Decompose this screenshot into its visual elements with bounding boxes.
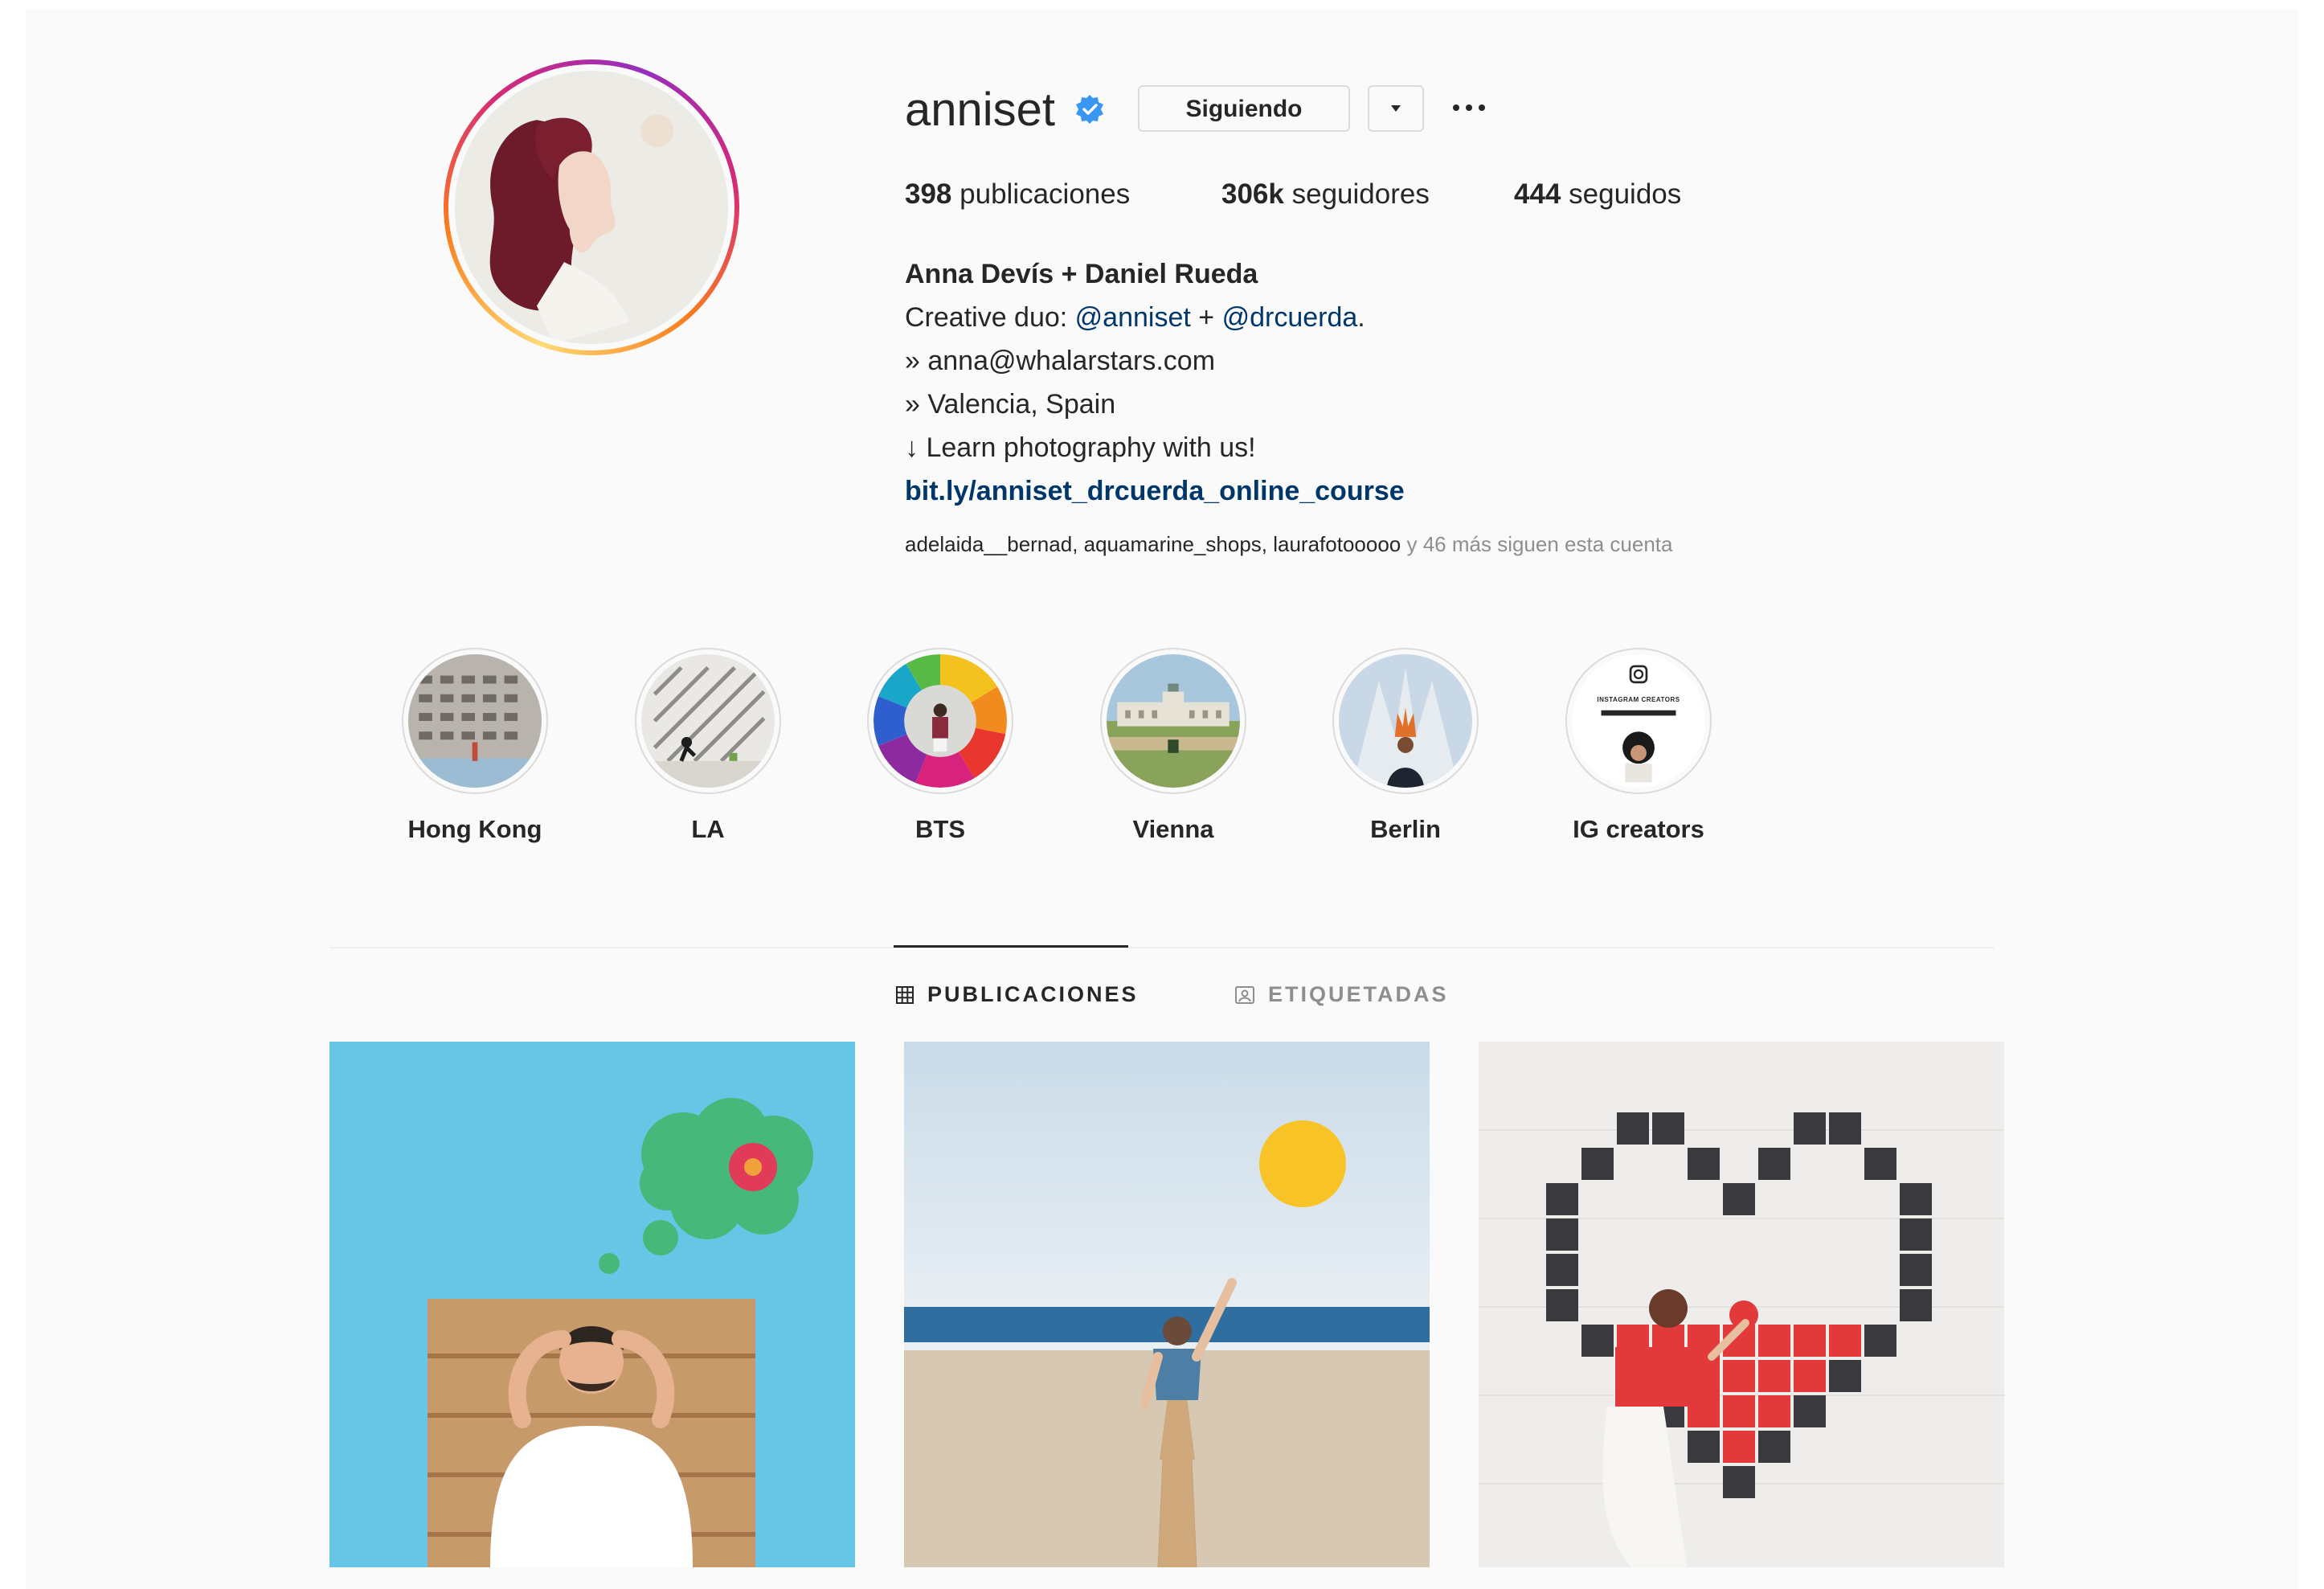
more-dot-icon: [1479, 104, 1485, 111]
profile-full-name: Anna Devís + Daniel Rueda: [905, 259, 1258, 289]
post-thumbnail[interactable]: [904, 1042, 1430, 1567]
mention-anniset-link[interactable]: @anniset: [1075, 302, 1191, 333]
more-dot-icon: [1466, 104, 1472, 111]
highlight-thumb: [408, 654, 542, 788]
highlight-label: Hong Kong: [407, 815, 542, 843]
bio-line-learn: ↓ Learn photography with us!: [905, 432, 1256, 463]
profile-bio: Anna Devís + Daniel Rueda Creative duo: …: [905, 252, 1405, 513]
highlight-label: Vienna: [1132, 815, 1214, 843]
post-thumbnail[interactable]: [329, 1042, 855, 1567]
highlight-thumb: INSTAGRAM CREATORS: [1572, 654, 1705, 788]
following-count[interactable]: 444 seguidos: [1514, 177, 1681, 212]
post-thumbnail[interactable]: [1479, 1042, 2004, 1567]
post-image: [329, 1042, 855, 1567]
posts-count: 398 publicaciones: [905, 178, 1131, 210]
bio-line-location: » Valencia, Spain: [905, 389, 1116, 420]
highlight-bts[interactable]: BTS: [836, 648, 1045, 844]
post-image: [904, 1042, 1430, 1567]
highlight-vienna[interactable]: Vienna: [1069, 648, 1278, 844]
post-image: [1479, 1042, 2004, 1567]
grid-icon: [896, 985, 914, 1004]
verified-badge-icon: [1076, 95, 1103, 124]
mention-drcuerda-link[interactable]: @drcuerda: [1222, 302, 1358, 333]
active-tab-indicator: [894, 945, 1128, 948]
more-options-button[interactable]: [1453, 96, 1485, 119]
highlight-thumb: [1107, 654, 1240, 788]
highlight-label: LA: [691, 815, 725, 843]
highlight-ig-creators[interactable]: INSTAGRAM CREATORS IG creators: [1534, 648, 1743, 844]
highlight-label: Berlin: [1370, 815, 1441, 843]
ig-creators-thumb-text: INSTAGRAM CREATORS: [1597, 696, 1680, 703]
highlight-hong-kong[interactable]: Hong Kong: [370, 648, 579, 844]
bio-line-duo: Creative duo: @anniset + @drcuerda.: [905, 302, 1365, 333]
tab-tagged-label: ETIQUETADAS: [1268, 982, 1449, 1006]
suggestions-dropdown-button[interactable]: [1368, 85, 1424, 132]
avatar-image: [455, 71, 728, 344]
bio-line-email: » anna@whalarstars.com: [905, 346, 1216, 376]
followers-count[interactable]: 306k seguidores: [1221, 177, 1430, 212]
tab-posts-label: PUBLICACIONES: [927, 982, 1139, 1006]
caret-down-icon: [1391, 105, 1401, 112]
profile-username: anniset: [905, 84, 1056, 136]
highlight-berlin[interactable]: Berlin: [1301, 648, 1510, 844]
following-button[interactable]: Siguiendo: [1138, 85, 1350, 132]
more-dot-icon: [1453, 104, 1459, 111]
followed-by-text[interactable]: adelaida__bernad, aquamarine_shops, laur…: [905, 530, 1672, 558]
highlight-thumb: [641, 654, 775, 788]
highlight-label: IG creators: [1573, 815, 1704, 843]
profile-avatar[interactable]: [444, 59, 739, 355]
highlight-thumb: [874, 654, 1007, 788]
highlight-la[interactable]: LA: [604, 648, 812, 844]
tab-posts[interactable]: PUBLICACIONES: [895, 982, 1139, 1007]
highlight-label: BTS: [915, 815, 965, 843]
bio-website-link[interactable]: bit.ly/anniset_drcuerda_online_course: [905, 469, 1405, 513]
tabs-divider: [329, 947, 1995, 948]
highlight-thumb: [1339, 654, 1472, 788]
tagged-icon: [1235, 985, 1254, 1004]
tab-tagged[interactable]: ETIQUETADAS: [1234, 982, 1449, 1007]
